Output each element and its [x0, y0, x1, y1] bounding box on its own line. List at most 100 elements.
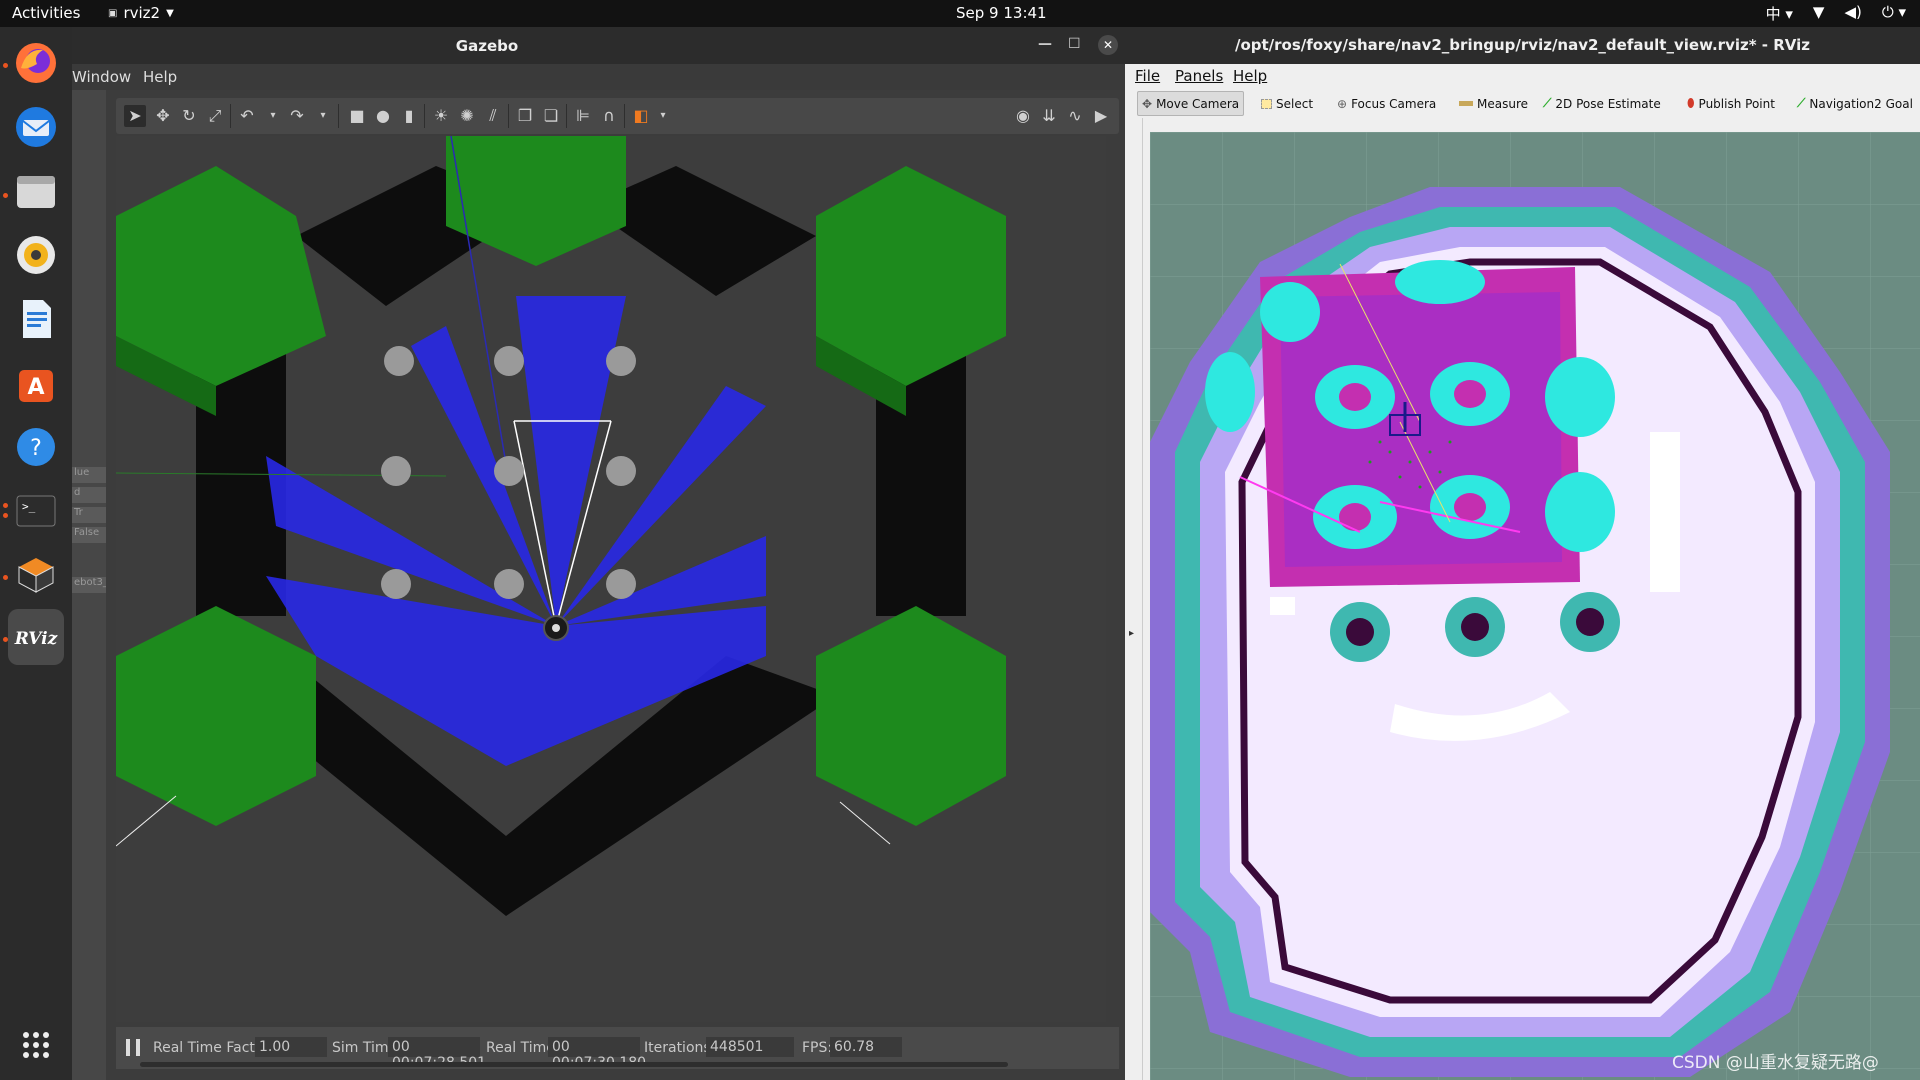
copy-icon[interactable]: ❐: [514, 105, 536, 127]
gazebo-3d-scene[interactable]: [116, 136, 1106, 1022]
shopping-bag-icon: A: [19, 370, 53, 402]
map-pin-icon: ⬮: [1687, 96, 1695, 110]
activities-button[interactable]: Activities: [12, 4, 80, 22]
menu-help[interactable]: Help: [1233, 67, 1267, 85]
align-icon[interactable]: ⊫: [572, 105, 594, 127]
svg-text:?: ?: [30, 436, 42, 461]
select-mode-icon[interactable]: ➤: [124, 105, 146, 127]
maximize-button[interactable]: ☐: [1068, 36, 1081, 52]
publish-point-tool[interactable]: ⬮ Publish Point: [1683, 91, 1779, 116]
thunderbird-launcher[interactable]: [8, 99, 64, 155]
rviz-titlebar[interactable]: /opt/ros/foxy/share/nav2_bringup/rviz/na…: [1125, 27, 1920, 64]
pose-estimate-tool[interactable]: ⟋ 2D Pose Estimate: [1539, 91, 1665, 116]
spot-light-icon[interactable]: ✺: [456, 105, 478, 127]
files-launcher[interactable]: [8, 163, 64, 219]
rviz-3d-view[interactable]: [1150, 132, 1920, 1080]
video-record-icon[interactable]: ▶: [1090, 105, 1112, 127]
horizontal-scrollbar[interactable]: [140, 1062, 1008, 1067]
menu-panels[interactable]: Panels: [1175, 67, 1223, 85]
gazebo-side-panel[interactable]: lue d Tr False ebot3_world...: [72, 90, 106, 1080]
plot-icon[interactable]: ∿: [1064, 105, 1086, 127]
toolbar-divider: [424, 104, 425, 128]
camera-icon[interactable]: ◉: [1012, 105, 1034, 127]
sphere-shape-icon[interactable]: ●: [372, 105, 394, 127]
snap-icon[interactable]: ∩: [598, 105, 620, 127]
toolbar-divider: [508, 104, 509, 128]
gazebo-status-bar: Real Time Factor: 1.00 Sim Time: 00 00:0…: [116, 1027, 1119, 1071]
speaker-icon: [17, 236, 55, 274]
clock[interactable]: Sep 9 13:41: [956, 4, 1047, 22]
chevron-down-icon[interactable]: ▾: [312, 105, 334, 127]
directional-light-icon[interactable]: ⫽: [482, 105, 504, 127]
firefox-icon: [16, 43, 56, 83]
select-tool[interactable]: Select: [1257, 91, 1317, 116]
chevron-down-icon[interactable]: ▾: [262, 105, 284, 127]
input-method-indicator[interactable]: 中 ▾: [1766, 3, 1793, 24]
terminal-launcher[interactable]: >_: [8, 483, 64, 539]
menu-help[interactable]: Help: [143, 68, 177, 86]
grid-icon: [23, 1032, 49, 1058]
running-indicator: [3, 503, 8, 508]
view-angle-icon[interactable]: ◧: [630, 105, 652, 127]
rviz-title: /opt/ros/foxy/share/nav2_bringup/rviz/na…: [1234, 36, 1811, 54]
libreoffice-writer-launcher[interactable]: [8, 291, 64, 347]
toolbar-divider: [230, 104, 231, 128]
rviz-app-icon: ▣: [108, 7, 118, 19]
panel-fragment: lue: [72, 467, 106, 483]
firefox-launcher[interactable]: [8, 35, 64, 91]
log-icon[interactable]: ⇊: [1038, 105, 1060, 127]
terminal-icon: >_: [16, 495, 56, 527]
power-icon: ⏻ ▾: [1881, 3, 1906, 21]
show-apps-button[interactable]: [8, 1017, 64, 1073]
point-light-icon[interactable]: ☀: [430, 105, 452, 127]
move-camera-icon: ✥: [1142, 96, 1153, 111]
green-arrow-icon: ⟋: [1543, 96, 1552, 110]
minimize-button[interactable]: —: [1038, 36, 1052, 52]
rhythmbox-launcher[interactable]: [8, 227, 64, 283]
chevron-right-icon: ▸: [1129, 628, 1135, 639]
navigation-goal-tool[interactable]: ⟋ Navigation2 Goal: [1793, 91, 1917, 116]
costmap-render: [1150, 132, 1920, 1080]
toolbar-divider: [338, 104, 339, 128]
rviz-collapsed-panel[interactable]: ▸: [1125, 118, 1143, 1080]
top-bar: Activities ▣ rviz2 ▼ Sep 9 13:41 中 ▾ ▼ ◀…: [0, 0, 1920, 27]
system-tray[interactable]: 中 ▾ ▼ ◀) ⏻ ▾: [1766, 3, 1906, 24]
paste-icon[interactable]: ❏: [540, 105, 562, 127]
running-indicator: [3, 575, 8, 580]
chevron-down-icon[interactable]: ▾: [652, 105, 674, 127]
running-indicator: [3, 193, 8, 198]
focus-camera-tool[interactable]: ⊕ Focus Camera: [1333, 91, 1440, 116]
dock: A ? >_ RViz: [0, 27, 72, 1080]
green-arrow-icon: ⟋: [1797, 96, 1806, 110]
menu-file[interactable]: File: [1135, 67, 1160, 85]
translate-mode-icon[interactable]: ✥: [152, 105, 174, 127]
close-button[interactable]: ✕: [1098, 35, 1118, 55]
rotate-mode-icon[interactable]: ↻: [178, 105, 200, 127]
tool-label: 2D Pose Estimate: [1555, 96, 1661, 111]
gazebo-titlebar[interactable]: Gazebo — ☐ ✕: [72, 27, 1125, 64]
cylinder-shape-icon[interactable]: ▮: [398, 105, 420, 127]
software-center-launcher[interactable]: A: [8, 355, 64, 411]
fps-label: FPS:: [802, 1040, 833, 1056]
tool-label: Move Camera: [1156, 96, 1240, 111]
undo-icon[interactable]: ↶: [236, 105, 258, 127]
menu-window[interactable]: Window: [72, 68, 131, 86]
running-indicator: [3, 637, 8, 642]
gazebo-launcher[interactable]: [8, 547, 64, 603]
help-launcher[interactable]: ?: [8, 419, 64, 475]
help-icon: ?: [17, 428, 55, 466]
box-shape-icon[interactable]: ■: [346, 105, 368, 127]
pause-icon[interactable]: [126, 1039, 140, 1056]
gazebo-icon: [18, 558, 54, 593]
panel-fragment: Tr: [72, 507, 106, 523]
measure-tool[interactable]: Measure: [1455, 91, 1532, 116]
rviz-toolbar: ✥ Move Camera Select ⊕ Focus Camera Meas…: [1125, 88, 1920, 118]
rviz-launcher[interactable]: RViz: [8, 609, 64, 665]
app-menu[interactable]: ▣ rviz2 ▼: [108, 4, 174, 22]
sim-time-value: 00 00:07:28.501: [388, 1037, 486, 1071]
rviz-window: /opt/ros/foxy/share/nav2_bringup/rviz/na…: [1125, 27, 1920, 1080]
move-camera-tool[interactable]: ✥ Move Camera: [1137, 91, 1245, 116]
redo-icon[interactable]: ↷: [286, 105, 308, 127]
toolbar-divider: [624, 104, 625, 128]
scale-mode-icon[interactable]: ⤢: [204, 105, 226, 127]
